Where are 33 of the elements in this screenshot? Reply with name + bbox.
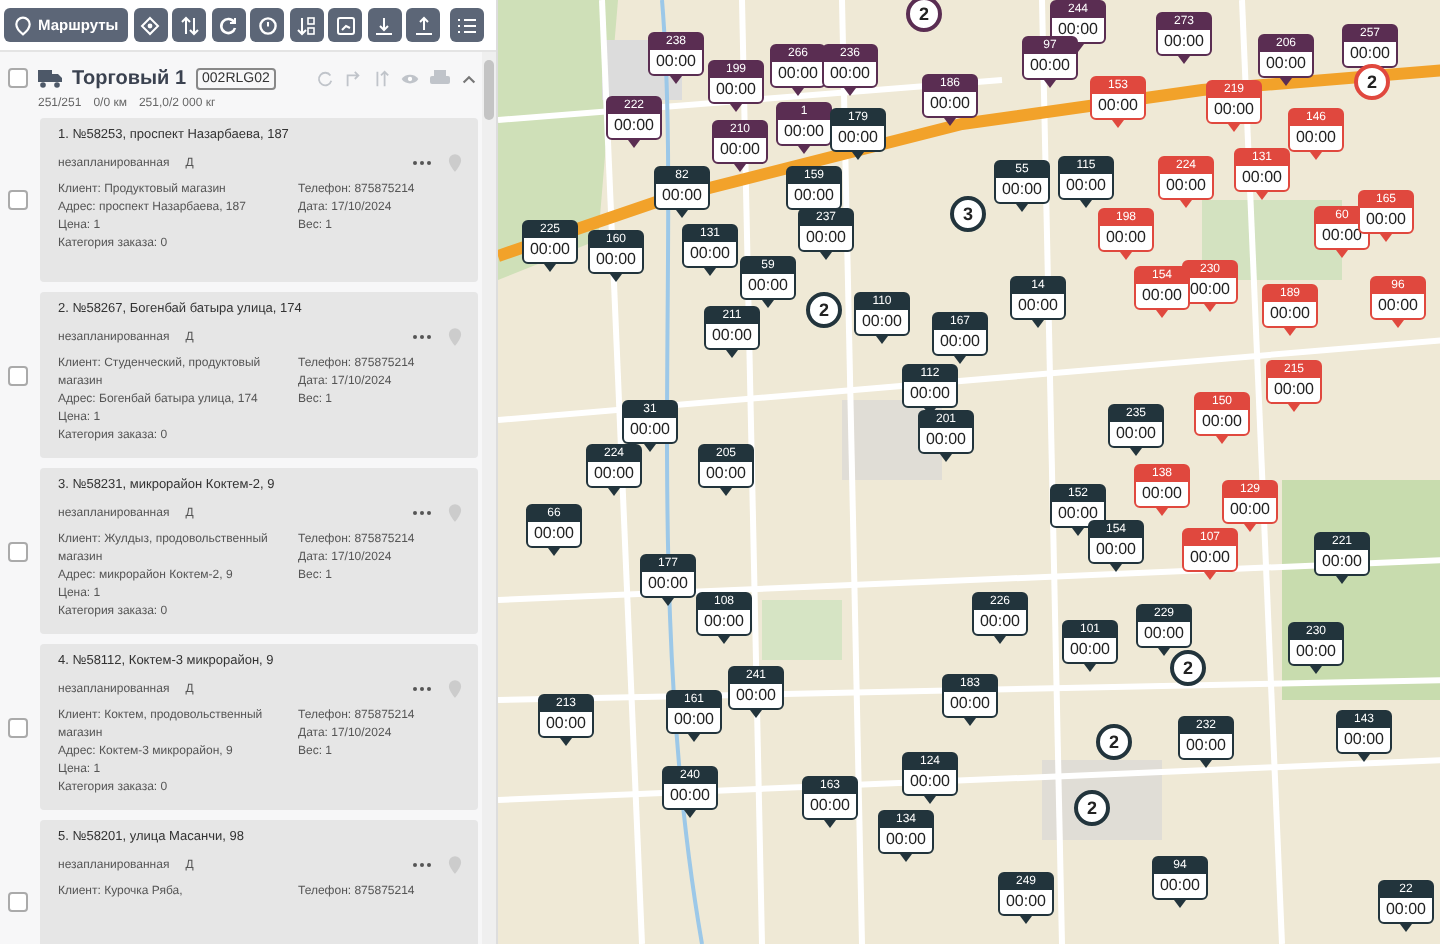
refresh-icon[interactable] [211,8,246,42]
pin-icon[interactable] [448,504,462,522]
pin-icon [14,15,32,35]
chart-icon[interactable] [328,8,363,42]
more-icon[interactable] [412,686,432,692]
eye-icon[interactable] [400,69,420,87]
truck-icon [38,69,62,87]
upload-icon[interactable] [406,8,441,42]
more-icon[interactable] [412,862,432,868]
sort-icon[interactable] [172,8,207,42]
more-icon[interactable] [412,160,432,166]
pin-icon[interactable] [448,680,462,698]
order-checkbox[interactable] [8,365,28,385]
sort-icon[interactable] [289,8,324,42]
order-checkbox[interactable] [8,717,28,737]
route-name: Торговый 1 [72,67,187,89]
list-icon[interactable] [450,8,485,42]
scrollbar-thumb[interactable] [484,60,494,120]
turn-arrow-icon[interactable] [344,69,362,87]
pin-icon[interactable] [448,856,462,874]
order-checkbox[interactable] [8,892,28,912]
pin-icon[interactable] [448,154,462,172]
download-icon[interactable] [367,8,402,42]
pin-icon[interactable] [448,328,462,346]
target-icon[interactable] [133,8,168,42]
clock-icon[interactable] [250,8,285,42]
order-checkbox[interactable] [8,190,28,210]
more-icon[interactable] [412,334,432,340]
order-card[interactable] [40,292,478,458]
printer-icon[interactable] [430,69,450,87]
more-icon[interactable] [412,510,432,516]
order-checkbox[interactable] [8,541,28,561]
route-checkbox[interactable] [8,68,28,88]
